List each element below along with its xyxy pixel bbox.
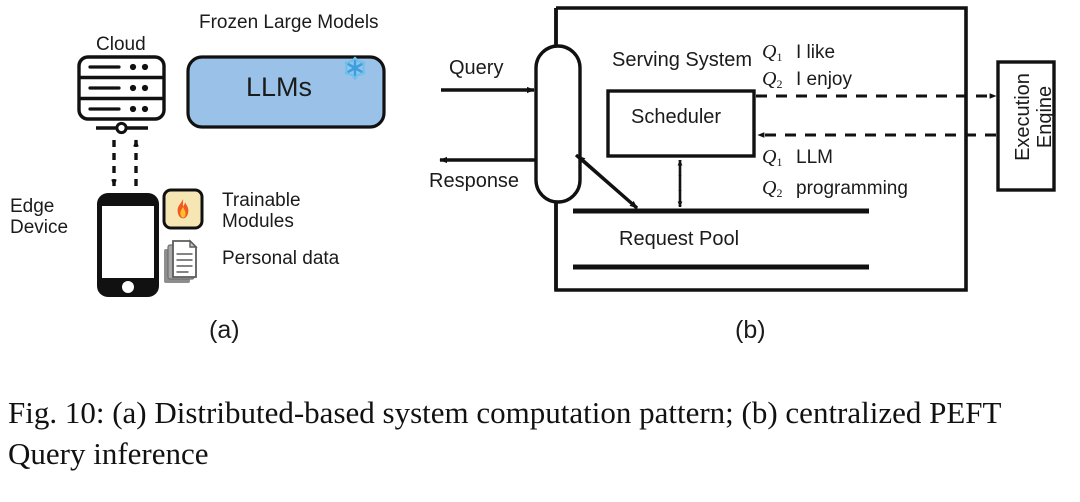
queue-row-q1-like: Q1 I like — [762, 41, 835, 64]
queue-text-q2-enjoy: I enjoy — [796, 69, 852, 90]
queue-text-q1-llm: LLM — [796, 147, 833, 168]
pool-to-pill-arrow — [576, 154, 639, 210]
execution-engine-label-line1: Execution — [1012, 73, 1034, 161]
queue-symbol-q1-llm: Q1 — [762, 146, 783, 169]
trainable-modules-label-line2: Modules — [222, 211, 294, 233]
queue-text-q1-like: I like — [796, 42, 836, 63]
queue-row-q2-programming: Q2 programming — [762, 177, 908, 200]
scheduler-label: Scheduler — [631, 106, 722, 128]
trainable-modules-label: Trainable Modules — [222, 190, 301, 233]
request-queue-pill — [534, 44, 582, 204]
fire-icon — [162, 188, 204, 230]
trainable-modules-label-line1: Trainable — [222, 190, 301, 211]
cloud-edge-link-arrows — [111, 139, 139, 187]
llms-box-label: LLMs — [246, 72, 313, 102]
serving-system-label: Serving System — [612, 49, 753, 71]
cloud-server-icon — [77, 55, 166, 135]
frozen-large-models-label: Frozen Large Models — [199, 12, 379, 33]
queue-symbol-q2-programming: Q2 — [762, 177, 783, 200]
query-label: Query — [449, 57, 504, 79]
execution-engine-label: Execution Engine — [1012, 0, 1056, 161]
execution-engine-label-line2: Engine — [1034, 85, 1057, 149]
edge-device-label-line1: Edge — [10, 196, 55, 217]
queue-symbol-q2: Q2 — [762, 68, 783, 91]
edge-device-label-line2: Device — [10, 217, 69, 239]
queue-text-q2-programming: programming — [796, 178, 908, 199]
sublabel-b: (b) — [735, 316, 766, 344]
cloud-label: Cloud — [96, 34, 146, 55]
personal-data-label: Personal data — [222, 248, 340, 269]
sublabel-a: (a) — [209, 316, 240, 344]
queue-row-q2-enjoy: Q2 I enjoy — [762, 68, 852, 91]
queue-row-q1-llm: Q1 LLM — [762, 146, 833, 169]
queue-symbol-q1: Q1 — [762, 41, 783, 64]
documents-icon — [164, 239, 198, 283]
smartphone-icon — [97, 193, 159, 297]
request-pool-label: Request Pool — [619, 228, 740, 250]
figure-caption: Fig. 10: (a) Distributed-based system co… — [8, 395, 1001, 472]
response-label: Response — [429, 170, 520, 192]
edge-device-label: Edge Device — [10, 196, 68, 239]
figure-10: Cloud Frozen Large Models LLMs Edge Devi… — [0, 0, 1080, 502]
